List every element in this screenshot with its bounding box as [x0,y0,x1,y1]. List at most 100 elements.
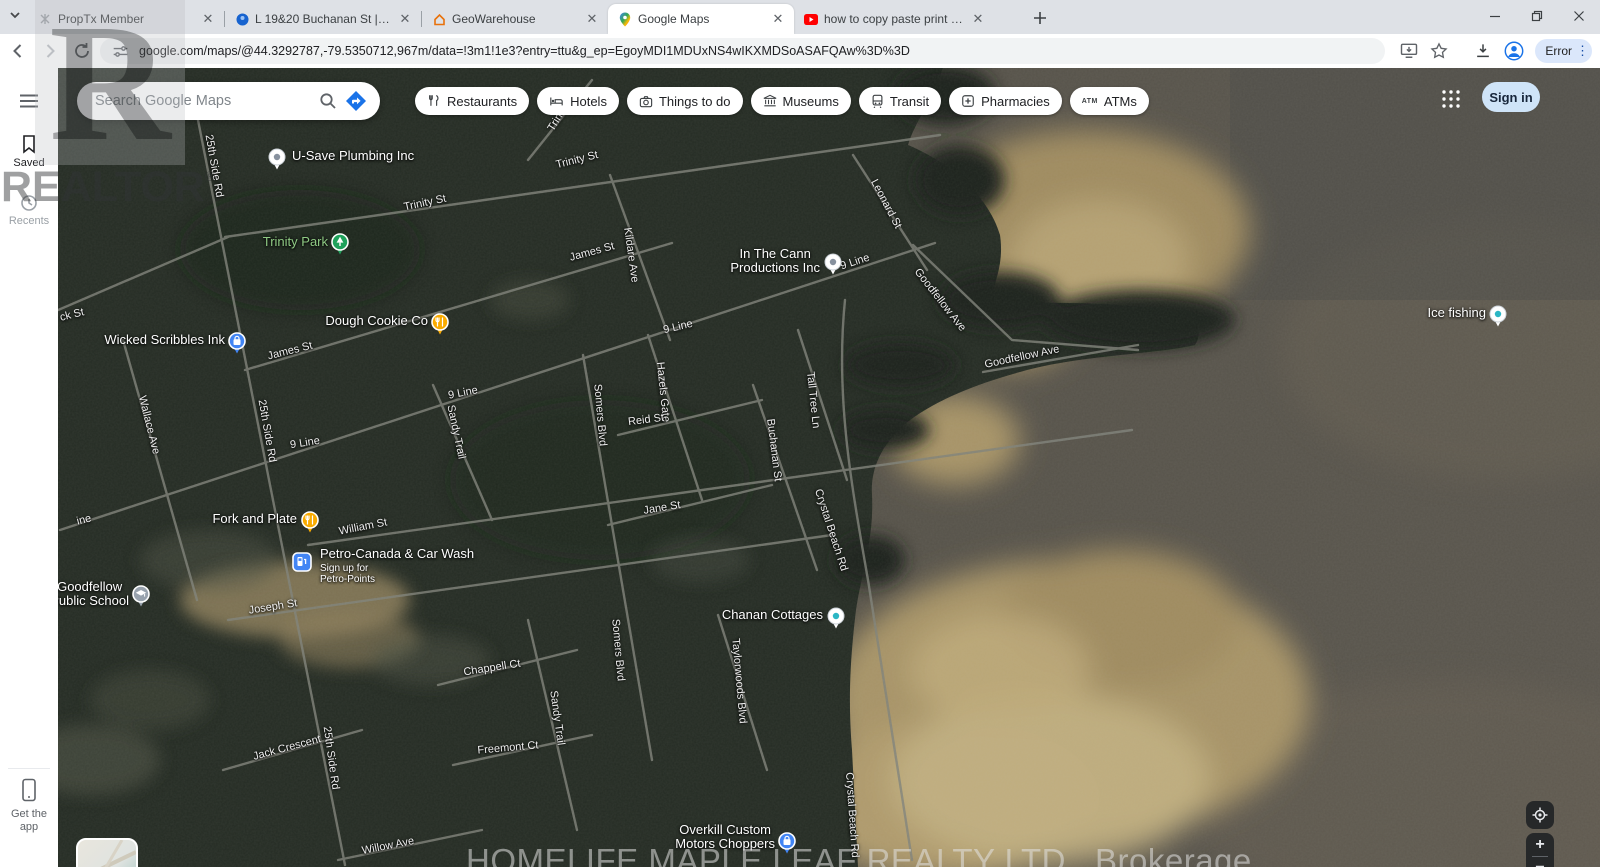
apps-grid-icon [1438,86,1464,112]
forward-icon [41,42,59,60]
generic-pin-icon[interactable] [824,253,842,281]
poi-label-line: Overkill Custom [675,823,775,837]
directions-button[interactable] [342,87,370,115]
zoom-out-button[interactable]: − [1526,857,1554,867]
category-chips: Restaurants Hotels Things to do Museums Tran… [415,87,1149,115]
window-restore-button[interactable] [1516,0,1558,32]
shop-pin-icon[interactable] [228,332,246,360]
browser-tab[interactable]: L 19&20 Buchanan St | REALM ✕ [225,4,421,34]
poi-label[interactable]: Fork and Plate [212,512,297,526]
restaurant-icon [427,94,441,108]
food-pin-icon[interactable] [301,511,319,539]
close-icon [1573,10,1585,22]
poi-label[interactable]: Petro-Canada & Car WashSign up forPetro-… [320,547,474,585]
park-pin-icon[interactable] [331,233,349,261]
maps-side-strip: Saved Recents Get the app [0,68,58,867]
zoom-in-button[interactable]: + [1526,834,1554,856]
tab-close-button[interactable]: ✕ [200,11,216,27]
tab-close-button[interactable]: ✕ [970,11,986,27]
sidebar-item-recents[interactable]: Recents [0,194,58,227]
new-tab-button[interactable] [1028,6,1052,30]
chip-hotels[interactable]: Hotels [537,87,619,115]
sign-in-button[interactable]: Sign in [1482,82,1540,112]
camera-icon [639,95,653,108]
url-text: google.com/maps/@44.3292787,-79.5350712,… [139,44,910,58]
browser-window: Trinity StTrinity StTrinity St25th Side … [0,0,1600,867]
brokerage-watermark: HOMELIFE MAPLE LEAF REALTY LTD., Brokera… [466,842,1146,867]
search-box[interactable] [77,82,380,120]
chip-restaurants[interactable]: Restaurants [415,87,529,115]
my-location-button[interactable] [1526,801,1554,829]
zoom-control: + − [1526,833,1554,867]
search-input[interactable] [95,93,314,109]
tab-close-button[interactable]: ✕ [770,11,786,27]
download-icon[interactable] [1473,41,1493,61]
water-pin-icon[interactable] [827,607,845,635]
browser-tab[interactable]: how to copy paste print screen✕ [794,4,994,34]
poi-label[interactable]: Chanan Cottages [722,608,823,622]
window-close-button[interactable] [1558,0,1600,32]
tab-title: L 19&20 Buchanan St | REALM [255,12,391,26]
site-info-icon[interactable] [112,43,129,60]
minimize-icon [1489,10,1501,22]
search-button[interactable] [314,87,342,115]
menu-button[interactable] [19,94,39,113]
museum-icon [763,94,777,108]
divider [8,768,50,769]
chip-atms[interactable]: ATMATMs [1070,87,1149,115]
youtube-favicon-icon [804,12,818,26]
address-bar[interactable]: google.com/maps/@44.3292787,-79.5350712,… [100,38,1385,64]
browser-error-menu[interactable]: Error ⋮ [1535,39,1592,63]
poi-label-line: Chanan Cottages [722,608,823,622]
tab-search-button[interactable] [8,8,26,26]
tab-title: Google Maps [638,12,764,26]
chip-things-to-do[interactable]: Things to do [627,87,743,115]
install-icon[interactable] [1399,41,1419,61]
three-dot-menu-icon[interactable]: ⋮ [1576,48,1586,54]
chip-label: Restaurants [447,94,517,109]
browser-tab[interactable]: GeoWarehouse✕ [422,4,608,34]
reload-icon [73,42,91,60]
tab-close-button[interactable]: ✕ [584,11,600,27]
poi-label[interactable]: In The CannProductions Inc [730,247,820,275]
water-pin-icon[interactable] [1489,305,1507,333]
realm-favicon-icon [235,12,249,26]
sidebar-item-saved[interactable]: Saved [0,134,58,169]
chevron-down-icon [8,8,22,22]
gas-pin-icon[interactable] [292,552,312,577]
back-button[interactable] [4,37,32,65]
window-minimize-button[interactable] [1474,0,1516,32]
poi-label[interactable]: GoodfellowPublic School [50,580,129,608]
poi-label[interactable]: Wicked Scribbles Ink [104,333,225,347]
chip-pharmacies[interactable]: Pharmacies [949,87,1062,115]
map-canvas[interactable]: Trinity StTrinity StTrinity St25th Side … [0,68,1600,867]
school-pin-icon[interactable] [132,585,150,613]
poi-label[interactable]: Dough Cookie Co [325,314,428,328]
poi-label[interactable]: U-Save Plumbing Inc [292,149,414,163]
poi-label-line: Ice fishing [1427,306,1486,320]
chip-museums[interactable]: Museums [751,87,851,115]
google-apps-button[interactable] [1438,86,1464,112]
poi-label[interactable]: Trinity Park [263,235,328,249]
browser-tab[interactable]: Google Maps ✕ [608,4,794,34]
poi-label-line: Petro-Canada & Car Wash [320,547,474,561]
browser-tab[interactable]: PropTx Member✕ [28,4,224,34]
poi-label-line: Productions Inc [730,261,820,275]
get-the-app[interactable]: Get the app [0,778,58,834]
profile-avatar-icon[interactable] [1503,40,1525,62]
search-icon [319,92,337,110]
generic-pin-icon[interactable] [268,148,286,176]
chip-transit[interactable]: Transit [859,87,941,115]
poi-label-line: Public School [50,594,129,608]
food-pin-icon[interactable] [431,313,449,341]
browser-toolbar: google.com/maps/@44.3292787,-79.5350712,… [0,34,1600,68]
forward-button[interactable] [36,37,64,65]
tab-close-button[interactable]: ✕ [397,11,413,27]
tab-strip: PropTx Member✕L 19&20 Buchanan St | REAL… [0,0,1600,34]
layers-button[interactable]: Layers [76,838,138,867]
bookmark-star-icon[interactable] [1429,41,1449,61]
restore-icon [1531,10,1543,22]
poi-label[interactable]: Ice fishing [1427,306,1486,320]
reload-button[interactable] [68,37,96,65]
poi-label-line: Trinity Park [263,235,328,249]
